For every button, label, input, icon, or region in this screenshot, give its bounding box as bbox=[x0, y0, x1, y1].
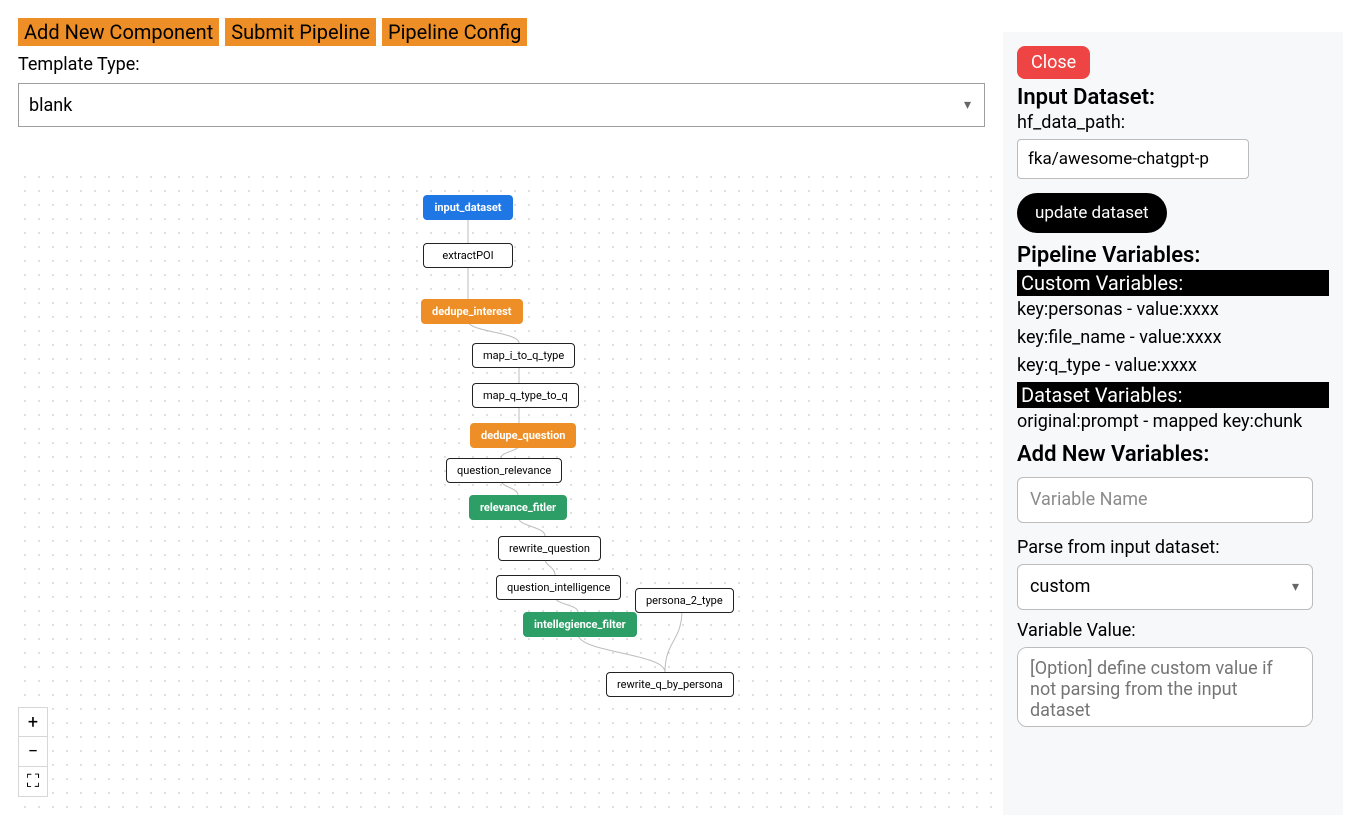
custom-var-row: key:file_name - value:xxxx bbox=[1017, 324, 1329, 352]
node-map_q_type_to_q[interactable]: map_q_type_to_q bbox=[472, 383, 579, 408]
node-rewrite_question[interactable]: rewrite_question bbox=[498, 536, 601, 561]
zoom-in-button[interactable]: + bbox=[18, 707, 48, 737]
zoom-controls: + − ⛶ bbox=[18, 707, 48, 797]
variable-name-input[interactable] bbox=[1017, 477, 1313, 523]
custom-var-row: key:personas - value:xxxx bbox=[1017, 296, 1329, 324]
node-persona_2_type[interactable]: persona_2_type bbox=[635, 588, 734, 613]
node-dedupe_interest[interactable]: dedupe_interest bbox=[421, 299, 523, 324]
input-dataset-heading: Input Dataset: bbox=[1017, 85, 1329, 110]
zoom-fit-button[interactable]: ⛶ bbox=[18, 767, 48, 797]
dataset-var-row: original:prompt - mapped key:chunk bbox=[1017, 408, 1329, 436]
hf-path-label: hf_data_path: bbox=[1017, 112, 1329, 133]
variable-value-textarea[interactable] bbox=[1017, 647, 1313, 727]
node-question_intelligence[interactable]: question_intelligence bbox=[496, 575, 621, 600]
template-type-select[interactable]: blank bbox=[18, 83, 985, 127]
add-component-button[interactable]: Add New Component bbox=[18, 18, 219, 46]
parse-select[interactable]: custom bbox=[1017, 564, 1313, 610]
node-rewrite_q_by_persona[interactable]: rewrite_q_by_persona bbox=[606, 672, 734, 697]
close-button[interactable]: Close bbox=[1017, 46, 1090, 79]
dataset-vars-header: Dataset Variables: bbox=[1017, 382, 1329, 408]
parse-label: Parse from input dataset: bbox=[1017, 537, 1329, 558]
custom-var-row: key:q_type - value:xxxx bbox=[1017, 352, 1329, 380]
node-map_i_to_q_type[interactable]: map_i_to_q_type bbox=[472, 343, 575, 368]
zoom-out-button[interactable]: − bbox=[18, 737, 48, 767]
add-new-vars-heading: Add New Variables: bbox=[1017, 442, 1329, 467]
custom-vars-header: Custom Variables: bbox=[1017, 270, 1329, 296]
node-dedupe_question[interactable]: dedupe_question bbox=[470, 423, 576, 448]
pipeline-canvas[interactable]: input_dataset extractPOI dedupe_interestma… bbox=[18, 170, 1003, 815]
variable-value-label: Variable Value: bbox=[1017, 620, 1329, 641]
node-input_dataset[interactable]: input_dataset bbox=[423, 195, 513, 220]
submit-pipeline-button[interactable]: Submit Pipeline bbox=[225, 18, 376, 46]
node-relevance_fitler[interactable]: relevance_fitler bbox=[469, 495, 567, 520]
node-intellegience_filter[interactable]: intellegience_filter bbox=[523, 612, 637, 637]
config-panel: Close Input Dataset: hf_data_path: updat… bbox=[1003, 32, 1343, 815]
node-extractPOI[interactable]: extractPOI bbox=[423, 243, 513, 268]
pipeline-config-button[interactable]: Pipeline Config bbox=[382, 18, 527, 46]
node-question_relevance[interactable]: question_relevance bbox=[446, 458, 562, 483]
template-type-label: Template Type: bbox=[18, 54, 985, 75]
hf-path-input[interactable] bbox=[1017, 139, 1249, 179]
pipeline-vars-heading: Pipeline Variables: bbox=[1017, 243, 1329, 268]
toolbar: Add New Component Submit Pipeline Pipeli… bbox=[18, 18, 985, 46]
update-dataset-button[interactable]: update dataset bbox=[1017, 193, 1167, 233]
